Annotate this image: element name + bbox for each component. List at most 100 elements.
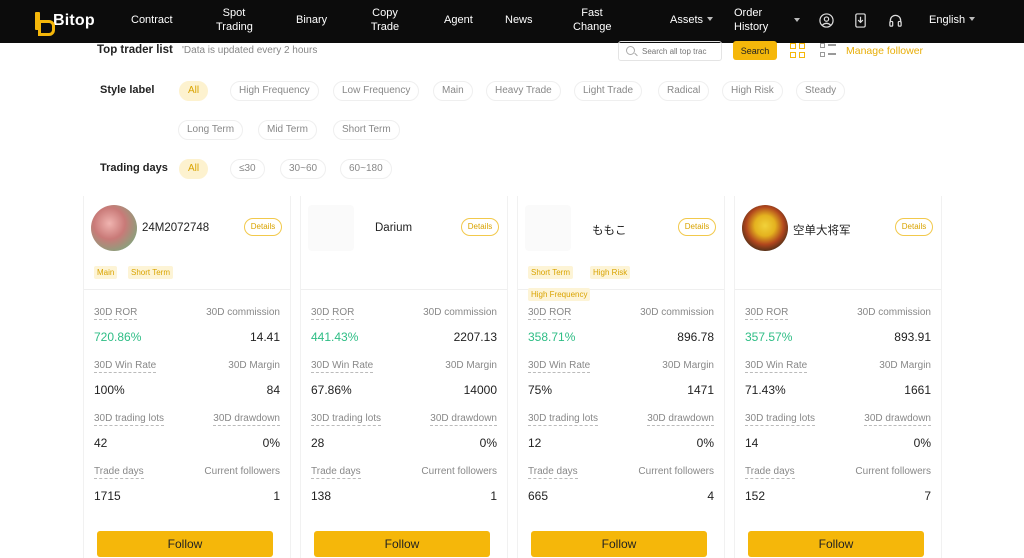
- ror-value: 357.57%: [745, 330, 793, 344]
- search-input[interactable]: [642, 44, 718, 58]
- style-chip-main[interactable]: Main: [433, 81, 473, 101]
- nav-contract[interactable]: Contract: [131, 13, 173, 27]
- chevron-down-icon: [969, 17, 976, 21]
- ror-value: 720.86%: [94, 330, 142, 344]
- trader-card: Darium Details 30D ROR 30D commission 441.43…: [300, 196, 508, 558]
- style-chip-mid-term[interactable]: Mid Term: [258, 120, 317, 140]
- trader-name[interactable]: 24M2072748: [142, 222, 209, 234]
- trader-name[interactable]: Darium: [375, 222, 412, 234]
- trader-name[interactable]: 空单大将军: [793, 222, 851, 238]
- style-chip-radical[interactable]: Radical: [658, 81, 710, 101]
- details-button[interactable]: Details: [678, 218, 716, 236]
- trade-days-value: 1715: [94, 489, 121, 503]
- language-select[interactable]: English: [929, 13, 976, 27]
- style-chip-heavy-trade[interactable]: Heavy Trade: [486, 81, 561, 101]
- followers-label: Current followers: [855, 466, 931, 477]
- list-view-icon[interactable]: [820, 43, 836, 59]
- logo-icon: [35, 12, 55, 36]
- lots-label: 30D trading lots: [528, 413, 599, 426]
- manage-follower-link[interactable]: Manage follower: [846, 45, 923, 57]
- nav-binary[interactable]: Binary: [296, 13, 327, 27]
- drawdown-value: 0%: [696, 436, 714, 450]
- trade-days-label: Trade days: [311, 466, 361, 479]
- win-rate-value: 100%: [94, 383, 125, 397]
- style-chip-light-trade[interactable]: Light Trade: [574, 81, 643, 101]
- trade-days-value: 665: [528, 489, 549, 503]
- trader-header: Darium Details: [301, 196, 507, 290]
- ror-label: 30D ROR: [745, 307, 789, 320]
- trade-days-value: 152: [745, 489, 766, 503]
- avatar[interactable]: [91, 205, 137, 251]
- trader-header: ももこ Details Short Term High Risk High Freque…: [518, 196, 724, 301]
- days-chip-all[interactable]: All: [179, 159, 209, 179]
- trader-tag: Main: [94, 266, 118, 279]
- ror-label: 30D ROR: [94, 307, 138, 320]
- nav-fast-change[interactable]: Fast Change: [573, 6, 612, 34]
- followers-value: 1: [490, 489, 497, 503]
- trader-header: 空单大将军 Details: [735, 196, 941, 290]
- nav-news[interactable]: News: [505, 13, 533, 27]
- style-chip-high-risk[interactable]: High Risk: [722, 81, 783, 101]
- nav-order-history[interactable]: Order History: [734, 6, 768, 34]
- style-chip-long-term[interactable]: Long Term: [178, 120, 244, 140]
- ror-value: 441.43%: [311, 330, 359, 344]
- trader-card: 24M2072748 Details Main Short Term 30D ROR 30…: [83, 196, 291, 558]
- search-button[interactable]: Search: [733, 41, 777, 60]
- days-chip-60-180[interactable]: 60~180: [340, 159, 392, 179]
- nav-spot-trading[interactable]: Spot Trading: [216, 6, 253, 34]
- win-rate-value: 67.86%: [311, 383, 352, 397]
- top-nav: Bitop Contract Spot Trading Binary Copy …: [0, 0, 1024, 43]
- avatar[interactable]: [742, 205, 788, 251]
- trade-days-value: 138: [311, 489, 332, 503]
- drawdown-label: 30D drawdown: [864, 413, 931, 426]
- margin-label: 30D Margin: [662, 360, 714, 371]
- margin-value: 14000: [463, 383, 497, 397]
- search-icon: [626, 46, 635, 55]
- win-rate-label: 30D Win Rate: [94, 360, 157, 373]
- drawdown-label: 30D drawdown: [213, 413, 280, 426]
- follow-button[interactable]: Follow: [748, 531, 924, 557]
- followers-label: Current followers: [638, 466, 714, 477]
- details-button[interactable]: Details: [244, 218, 282, 236]
- drawdown-value: 0%: [913, 436, 931, 450]
- trade-days-label: Trade days: [745, 466, 795, 479]
- followers-label: Current followers: [421, 466, 497, 477]
- style-chip-low-frequency[interactable]: Low Frequency: [333, 81, 420, 101]
- commission-label: 30D commission: [640, 307, 714, 318]
- trade-days-label: Trade days: [528, 466, 578, 479]
- nav-assets[interactable]: Assets: [670, 13, 714, 27]
- days-chip-30-60[interactable]: 30~60: [280, 159, 327, 179]
- headset-icon[interactable]: [888, 13, 903, 28]
- days-chip-le30[interactable]: ≤30: [230, 159, 265, 179]
- avatar[interactable]: [525, 205, 571, 251]
- chevron-down-icon[interactable]: [794, 18, 800, 22]
- grid-view-icon[interactable]: [790, 43, 806, 59]
- follow-button[interactable]: Follow: [97, 531, 273, 557]
- commission-label: 30D commission: [206, 307, 280, 318]
- ror-value: 358.71%: [528, 330, 576, 344]
- nav-agent[interactable]: Agent: [444, 13, 473, 27]
- ror-label: 30D ROR: [311, 307, 355, 320]
- style-chip-short-term[interactable]: Short Term: [333, 120, 400, 140]
- avatar[interactable]: [308, 205, 354, 251]
- commission-value: 893.91: [894, 330, 931, 344]
- style-chip-steady[interactable]: Steady: [796, 81, 846, 101]
- update-note: 'Data is updated every 2 hours: [182, 45, 318, 56]
- style-chip-all[interactable]: All: [179, 81, 209, 101]
- nav-copy-trade[interactable]: Copy Trade: [369, 6, 401, 34]
- lots-value: 42: [94, 436, 108, 450]
- followers-value: 7: [924, 489, 931, 503]
- user-icon[interactable]: [819, 13, 834, 28]
- trading-days-label: Trading days: [100, 162, 168, 174]
- drawdown-value: 0%: [262, 436, 280, 450]
- follow-button[interactable]: Follow: [314, 531, 490, 557]
- follow-button[interactable]: Follow: [531, 531, 707, 557]
- download-icon[interactable]: [853, 13, 868, 28]
- logo[interactable]: Bitop: [35, 11, 95, 36]
- trader-name[interactable]: ももこ: [592, 222, 627, 238]
- lots-value: 14: [745, 436, 759, 450]
- style-chip-high-frequency[interactable]: High Frequency: [230, 81, 319, 101]
- details-button[interactable]: Details: [895, 218, 933, 236]
- details-button[interactable]: Details: [461, 218, 499, 236]
- trader-tag: High Frequency: [528, 288, 591, 301]
